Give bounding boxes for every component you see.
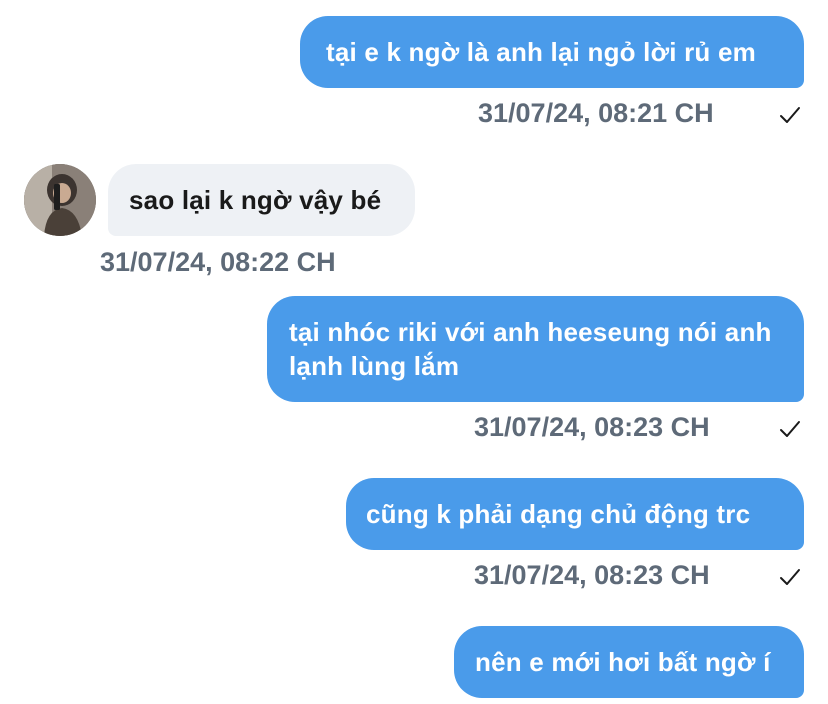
message-text: nên e mới hơi bất ngờ í: [475, 647, 771, 677]
message-timestamp: 31/07/24, 08:22 CH: [100, 247, 336, 277]
message-text: sao lại k ngờ vậy bé: [129, 185, 382, 215]
avatar[interactable]: [24, 164, 96, 236]
message-bubble-incoming[interactable]: sao lại k ngờ vậy bé: [108, 164, 415, 236]
message-bubble-outgoing[interactable]: cũng k phải dạng chủ động trc: [346, 478, 804, 550]
check-icon: [780, 421, 800, 437]
message-text: tại nhóc riki với anh heeseung nói anh l…: [289, 317, 772, 381]
check-icon: [780, 107, 800, 123]
message-bubble-outgoing[interactable]: tại nhóc riki với anh heeseung nói anh l…: [267, 296, 804, 402]
chat-screen: { "colors": { "outgoing_bubble": "#4a9be…: [0, 0, 828, 704]
avatar-photo: [24, 164, 96, 236]
message-text: cũng k phải dạng chủ động trc: [366, 499, 751, 529]
message-timestamp: 31/07/24, 08:23 CH: [474, 560, 710, 590]
message-bubble-outgoing[interactable]: nên e mới hơi bất ngờ í: [454, 626, 804, 698]
message-timestamp: 31/07/24, 08:23 CH: [474, 412, 710, 442]
message-bubble-outgoing[interactable]: tại e k ngờ là anh lại ngỏ lời rủ em: [300, 16, 804, 88]
check-icon: [780, 569, 800, 585]
message-text: tại e k ngờ là anh lại ngỏ lời rủ em: [326, 37, 756, 67]
message-timestamp: 31/07/24, 08:21 CH: [478, 98, 714, 128]
